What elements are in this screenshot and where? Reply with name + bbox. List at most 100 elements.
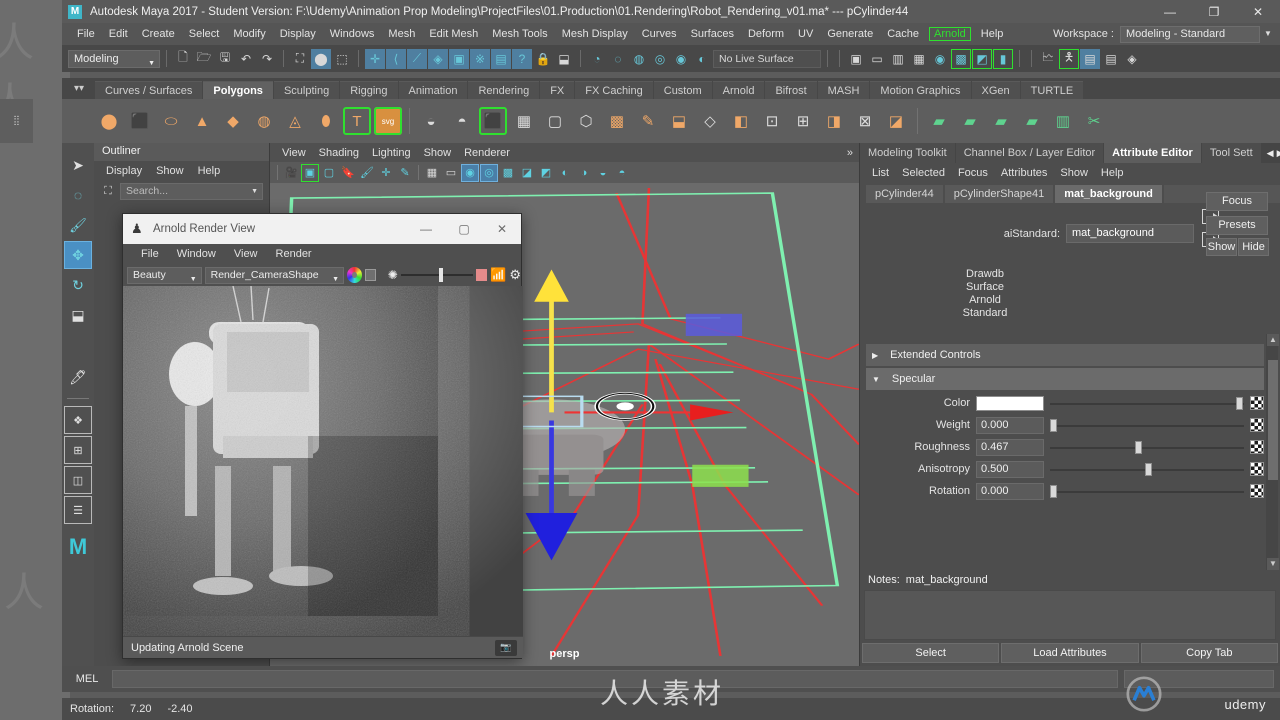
arnold-menu-window[interactable]: Window [169,247,224,261]
polygon-svg-icon[interactable]: svg [374,107,402,135]
snap-curve-4-icon[interactable]: ◉ [671,49,691,69]
arnold-render-view-window[interactable]: ♟ Arnold Render View — ▢ ✕ File Window V… [122,213,523,659]
slider-thumb[interactable] [1145,462,1153,476]
move-tool-icon[interactable]: ✥ [64,241,92,269]
uv-editor-icon[interactable]: ▥ [1049,107,1077,135]
persp-outliner-layout-icon[interactable]: ⊞ [64,436,92,464]
quad-draw-icon[interactable]: ⊠ [851,107,879,135]
menu-uv[interactable]: UV [791,26,820,42]
mirror-icon[interactable]: ◪ [882,107,910,135]
shelf-tab-curves-surfaces[interactable]: Curves / Surfaces [95,81,203,99]
specular-anisotropy-map-button[interactable] [1250,462,1264,476]
color-wheel-icon[interactable] [347,267,362,283]
scroll-up-arrow-icon[interactable]: ▲ [1267,334,1279,346]
arnold-close-button[interactable]: ✕ [483,214,521,244]
slider-thumb[interactable] [1236,396,1244,410]
snap-curve-3-icon[interactable]: ◎ [650,49,670,69]
menu-cache[interactable]: Cache [880,26,926,42]
snap-to-point-icon[interactable]: ⟋ [407,48,427,69]
node-tab-pcylindershape41[interactable]: pCylinderShape41 [944,185,1054,203]
shelf-tab-mash[interactable]: MASH [817,81,870,99]
attribute-editor-toggle-icon[interactable]: ▤ [1080,48,1100,69]
snap-curve-5-icon[interactable]: ◐ [692,49,712,69]
layer-editor-toggle-icon[interactable]: ◈ [1122,49,1142,69]
ae-menu-list[interactable]: List [866,166,895,180]
grease-pencil-icon[interactable]: ✎ [396,164,414,182]
xray-toggle-icon[interactable]: ◓ [613,164,631,182]
lock-icon[interactable]: 🔒 [533,49,553,69]
polygon-type-icon[interactable]: T [343,107,371,135]
shelf-tab-turtle[interactable]: TURTLE [1020,81,1084,99]
menu-mesh-display[interactable]: Mesh Display [555,26,635,42]
aov-dropdown[interactable]: Beauty ▼ [127,266,202,284]
specular-weight-slider[interactable] [1050,417,1244,434]
exposure-slider[interactable] [400,267,474,283]
shelf-tab-custom[interactable]: Custom [653,81,712,99]
alpha-toggle-icon[interactable] [364,269,377,281]
combine-icon[interactable]: ⬛ [479,107,507,135]
render-camera-dropdown[interactable]: Render_CameraShape ▼ [204,266,345,284]
snap-to-grid-icon[interactable]: ✛ [365,48,385,69]
specular-rotation-field[interactable]: 0.000 [976,482,1044,500]
new-scene-icon[interactable]: 🗋 [173,49,193,69]
copy-tab-button[interactable]: Copy Tab [1140,643,1278,663]
last-tool-icon[interactable] [64,331,92,361]
render-current-frame-icon[interactable]: ▭ [867,49,887,69]
menu-select[interactable]: Select [182,26,227,42]
make-live-icon[interactable]: ※ [470,48,490,69]
undo-icon[interactable]: ↶ [236,49,256,69]
specular-weight-map-button[interactable] [1250,418,1264,432]
light-editor-icon[interactable]: ▮ [993,48,1013,69]
command-input[interactable] [112,670,1118,688]
append-polygon-icon[interactable]: ◇ [696,107,724,135]
search-input[interactable]: Search... ▼ [120,182,263,200]
smooth-icon[interactable]: ⬡ [572,107,600,135]
scroll-down-arrow-icon[interactable]: ▼ [1267,558,1279,570]
save-scene-icon[interactable]: 🖫 [215,49,235,69]
polygon-plane-icon[interactable]: ◍ [250,107,278,135]
specular-color-slider[interactable] [1050,395,1244,412]
automatic-uv-icon[interactable]: ▰ [1018,107,1046,135]
arnold-menu-view[interactable]: View [226,247,266,261]
maximize-button[interactable]: ❐ [1192,0,1236,23]
image-plane-icon[interactable]: 🖌 [358,164,376,182]
wireframe-shading-icon[interactable]: ◉ [461,163,479,182]
select-tool-icon[interactable]: ➤ [64,151,92,179]
live-surface-field[interactable]: No Live Surface [713,49,821,68]
shelf-tab-bifrost[interactable]: Bifrost [765,81,817,99]
stop-render-icon[interactable] [476,269,488,281]
polygon-boolean-union-icon[interactable]: ◒ [417,107,445,135]
specular-color-swatch[interactable] [976,395,1044,411]
search-icon[interactable]: ⛶ [100,183,116,199]
extrude-icon[interactable]: ▩ [603,107,631,135]
hypershade-icon[interactable]: ▩ [951,48,971,69]
load-attributes-button[interactable]: Load Attributes [1001,643,1139,663]
lighting-toggle-icon[interactable]: ◪ [518,164,536,182]
arnold-minimize-button[interactable]: — [407,214,445,244]
ae-menu-attributes[interactable]: Attributes [995,166,1053,180]
render-setup-icon[interactable]: ◩ [972,48,992,69]
frame-extended-controls[interactable]: ▶ Extended Controls [866,344,1264,366]
textured-shading-icon[interactable]: ▩ [499,164,517,182]
viewport-menu-shading[interactable]: Shading [313,146,365,160]
make-live-surface-icon[interactable]: ◔ [587,49,607,69]
snap-to-view-plane-icon[interactable]: ▣ [449,48,469,69]
channel-box-toggle-icon[interactable]: ▤ [1101,49,1121,69]
chevron-down-icon[interactable]: ▼ [1260,26,1276,43]
human-ik-icon[interactable]: 🯅 [1059,48,1079,69]
scrollbar-thumb[interactable] [1268,360,1278,480]
menu-edit-mesh[interactable]: Edit Mesh [422,26,485,42]
slider-thumb[interactable] [1050,418,1057,432]
aa-toggle-icon[interactable]: ◒ [594,164,612,182]
snap-to-projected-center-icon[interactable]: ◈ [428,48,448,69]
specular-rotation-map-button[interactable] [1250,484,1264,498]
hide-button[interactable]: Hide [1238,238,1269,256]
node-name-input[interactable]: mat_background [1066,224,1194,243]
two-d-pan-zoom-icon[interactable]: ✛ [377,164,395,182]
soft-select-icon[interactable]: 🖊 [64,363,92,391]
offset-edge-loop-icon[interactable]: ◨ [820,107,848,135]
camera-snapshot-icon[interactable]: 📷 [495,639,517,656]
ipr-icon[interactable]: 📶 [490,267,506,283]
menuset-dropdown[interactable]: Modeling ▼ [68,49,160,68]
exposure-icon[interactable]: ✺ [388,268,398,282]
